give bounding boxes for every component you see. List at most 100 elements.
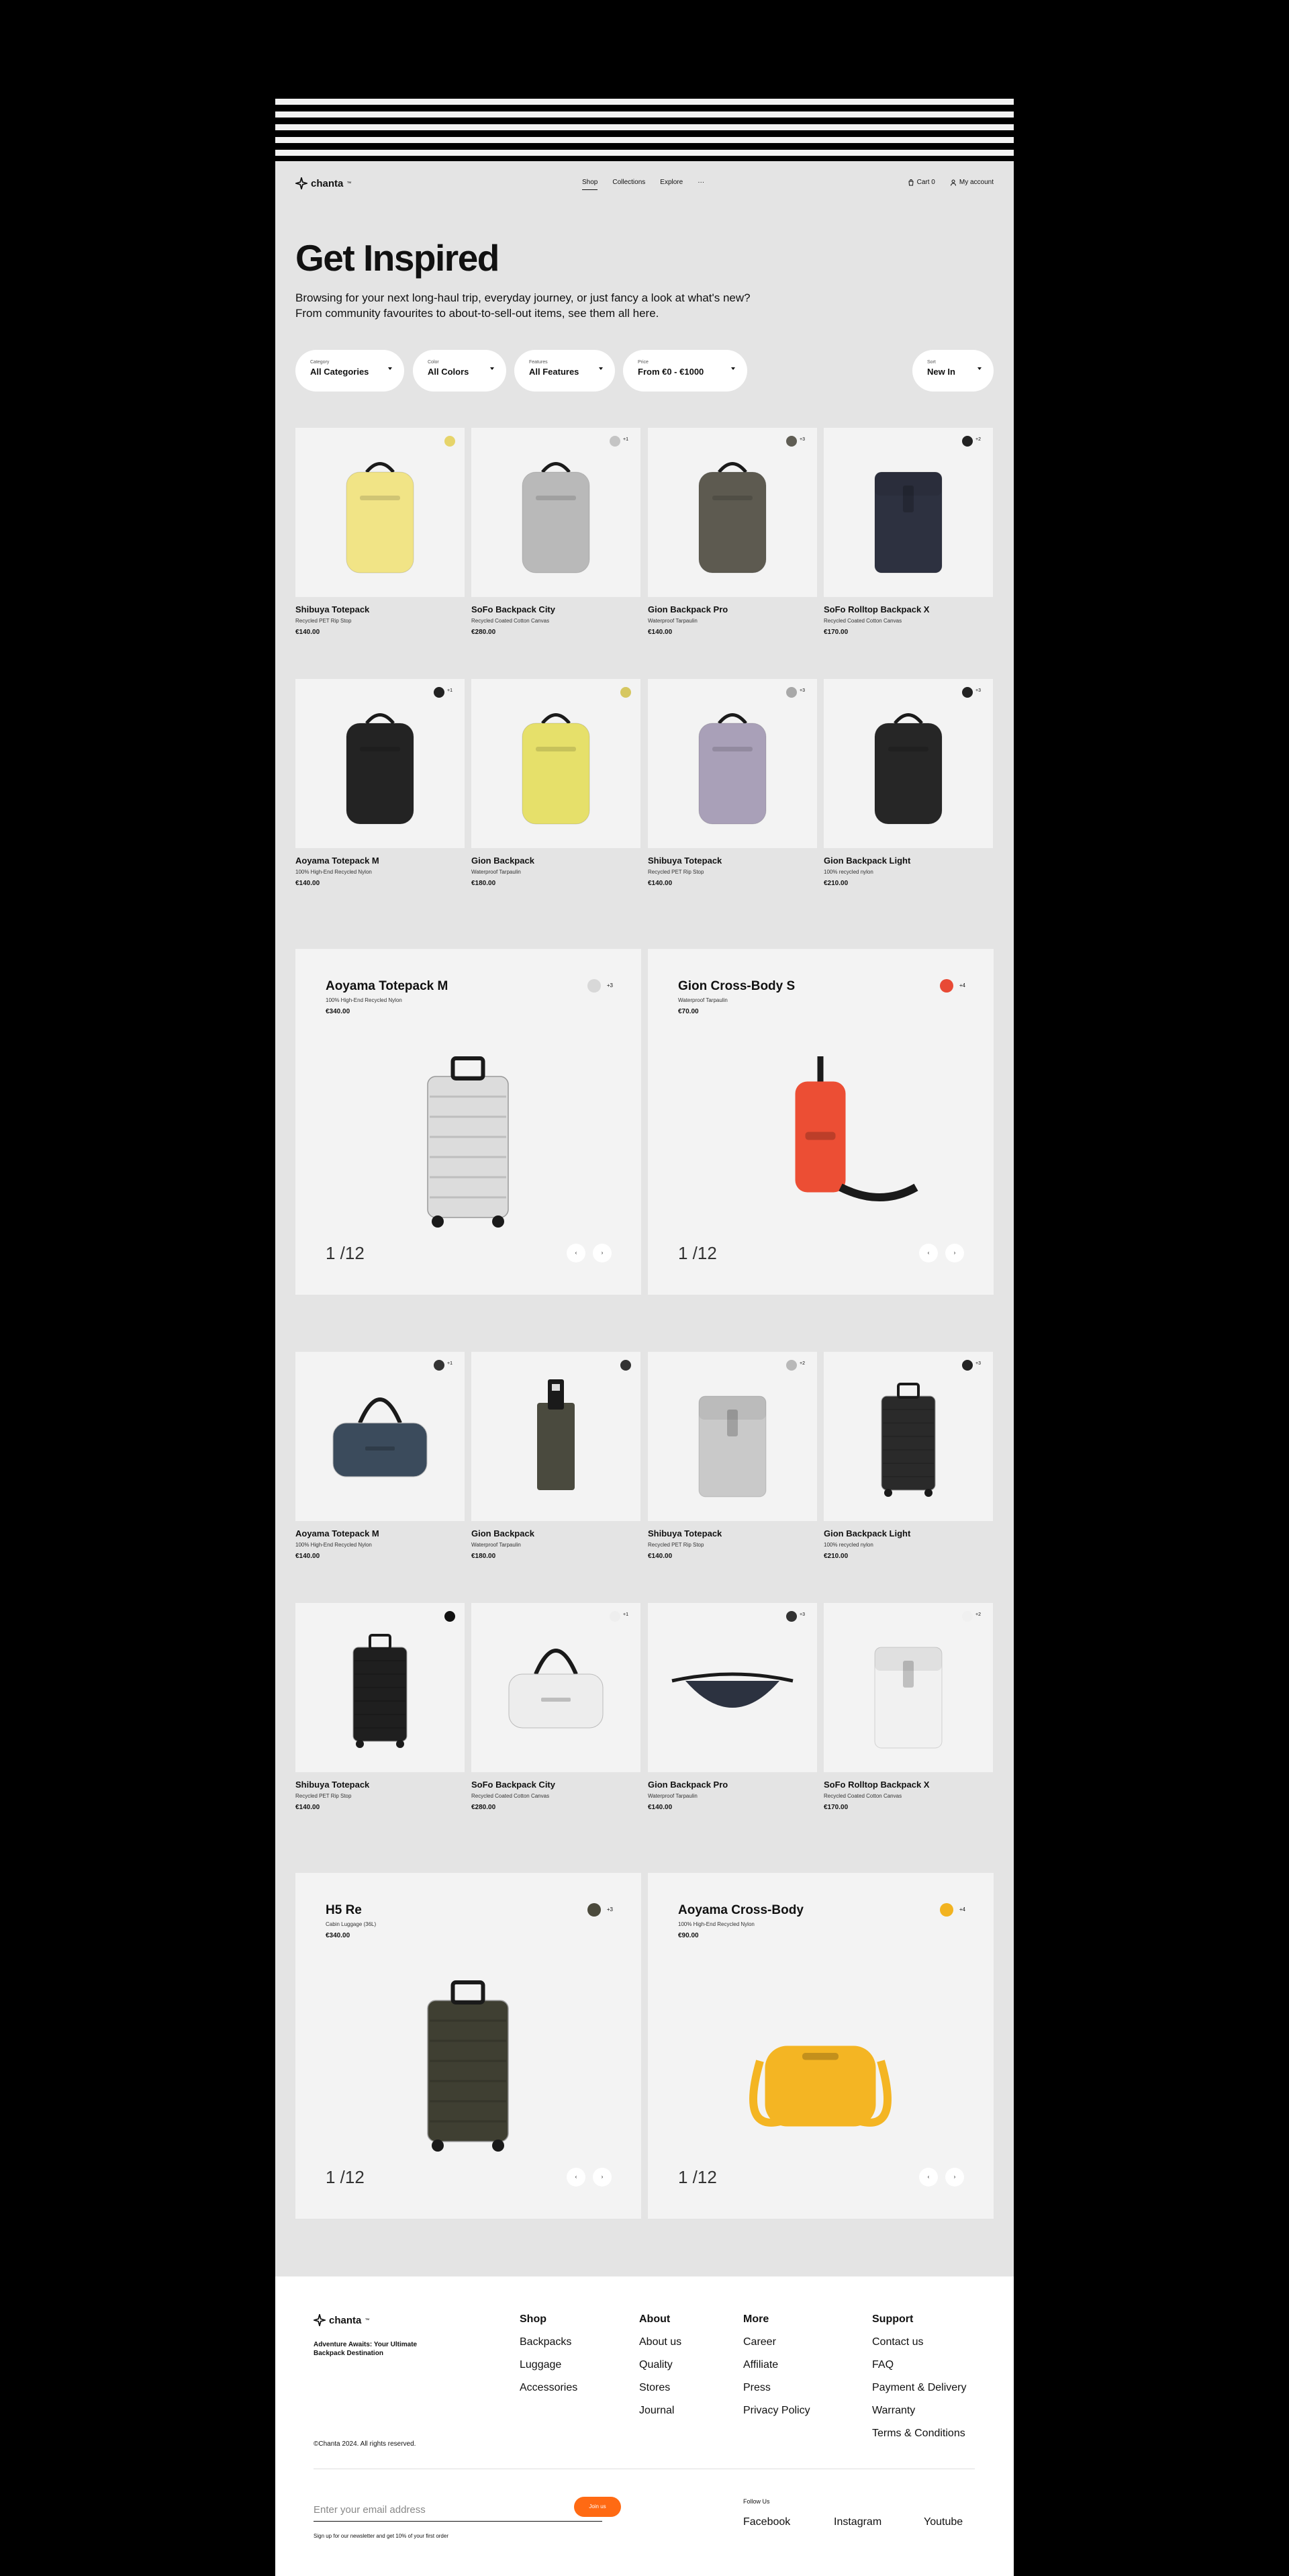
- color-swatch[interactable]: [786, 1360, 797, 1371]
- footer-link[interactable]: Stores: [639, 2382, 681, 2394]
- product-card[interactable]: +3 Shibuya Totepack Recycled PET Rip Sto…: [648, 679, 817, 907]
- product-image-area[interactable]: +1: [471, 428, 640, 597]
- prev-arrow-icon[interactable]: ‹: [919, 2168, 938, 2187]
- account-link[interactable]: My account: [950, 179, 994, 186]
- featured-name[interactable]: Aoyama Totepack M: [326, 979, 448, 994]
- prev-arrow-icon[interactable]: ‹: [567, 1244, 585, 1262]
- product-card[interactable]: +1 SoFo Backpack City Recycled Coated Co…: [471, 428, 640, 656]
- product-name[interactable]: Gion Backpack Light: [824, 856, 910, 866]
- color-swatch[interactable]: [620, 687, 631, 698]
- prev-arrow-icon[interactable]: ‹: [567, 2168, 585, 2187]
- color-swatch[interactable]: [444, 436, 455, 447]
- color-swatch[interactable]: [786, 436, 797, 447]
- nav-more[interactable]: ···: [698, 179, 704, 190]
- product-name[interactable]: Shibuya Totepack: [295, 1780, 369, 1790]
- product-image-area[interactable]: [471, 1352, 640, 1521]
- footer-link[interactable]: Press: [743, 2382, 810, 2394]
- color-swatch[interactable]: [962, 436, 973, 447]
- product-card[interactable]: +2 SoFo Rolltop Backpack X Recycled Coat…: [824, 1603, 993, 1831]
- product-name[interactable]: Gion Backpack: [471, 856, 534, 866]
- product-name[interactable]: SoFo Backpack City: [471, 604, 555, 614]
- product-name[interactable]: Shibuya Totepack: [295, 604, 369, 614]
- footer-link[interactable]: Terms & Conditions: [872, 2428, 967, 2440]
- featured-name[interactable]: Gion Cross-Body S: [678, 979, 795, 994]
- product-name[interactable]: SoFo Backpack City: [471, 1780, 555, 1790]
- product-name[interactable]: Shibuya Totepack: [648, 1528, 722, 1538]
- product-card[interactable]: +2 SoFo Rolltop Backpack X Recycled Coat…: [824, 428, 993, 656]
- color-swatch[interactable]: [786, 1611, 797, 1622]
- color-swatch[interactable]: [940, 979, 953, 993]
- footer-logo[interactable]: chanta ™: [314, 2314, 369, 2326]
- color-swatch[interactable]: [434, 687, 444, 698]
- footer-link[interactable]: Contact us: [872, 2336, 967, 2348]
- product-image-area[interactable]: [295, 428, 465, 597]
- product-image-area[interactable]: +2: [824, 1603, 993, 1772]
- product-image-area[interactable]: +3: [824, 679, 993, 848]
- featured-card[interactable]: Aoyama Cross-Body 100% High-End Recycled…: [648, 1873, 994, 2219]
- product-card[interactable]: +3 Gion Backpack Light 100% recycled nyl…: [824, 1352, 993, 1580]
- color-swatch[interactable]: [962, 687, 973, 698]
- logo[interactable]: chanta ™: [295, 177, 351, 189]
- color-swatch[interactable]: [962, 1360, 973, 1371]
- next-arrow-icon[interactable]: ›: [945, 2168, 964, 2187]
- footer-link[interactable]: Accessories: [520, 2382, 577, 2394]
- product-image-area[interactable]: +2: [824, 428, 993, 597]
- product-image-area[interactable]: [295, 1603, 465, 1772]
- product-image-area[interactable]: +3: [648, 1603, 817, 1772]
- nav-shop[interactable]: Shop: [582, 179, 598, 190]
- footer-link[interactable]: Payment & Delivery: [872, 2382, 967, 2394]
- product-name[interactable]: SoFo Rolltop Backpack X: [824, 1780, 929, 1790]
- featured-card[interactable]: Gion Cross-Body S Waterproof Tarpaulin €…: [648, 949, 994, 1295]
- color-swatch[interactable]: [610, 1611, 620, 1622]
- footer-link[interactable]: Affiliate: [743, 2359, 810, 2371]
- prev-arrow-icon[interactable]: ‹: [919, 1244, 938, 1262]
- social-youtube[interactable]: Youtube: [924, 2516, 963, 2528]
- footer-link[interactable]: About us: [639, 2336, 681, 2348]
- product-card[interactable]: Shibuya Totepack Recycled PET Rip Stop €…: [295, 428, 465, 656]
- product-card[interactable]: Gion Backpack Waterproof Tarpaulin €180.…: [471, 1352, 640, 1580]
- product-image-area[interactable]: +3: [648, 428, 817, 597]
- product-name[interactable]: Gion Backpack Pro: [648, 1780, 728, 1790]
- product-card[interactable]: +3 Gion Backpack Light 100% recycled nyl…: [824, 679, 993, 907]
- product-name[interactable]: Gion Backpack Light: [824, 1528, 910, 1538]
- footer-link[interactable]: Career: [743, 2336, 810, 2348]
- color-swatch[interactable]: [786, 687, 797, 698]
- footer-link[interactable]: Luggage: [520, 2359, 577, 2371]
- product-name[interactable]: Aoyama Totepack M: [295, 1528, 379, 1538]
- color-swatch[interactable]: [587, 1903, 601, 1917]
- footer-link[interactable]: Quality: [639, 2359, 681, 2371]
- next-arrow-icon[interactable]: ›: [593, 1244, 612, 1262]
- product-card[interactable]: +3 Gion Backpack Pro Waterproof Tarpauli…: [648, 428, 817, 656]
- product-name[interactable]: Gion Backpack Pro: [648, 604, 728, 614]
- product-card[interactable]: Shibuya Totepack Recycled PET Rip Stop €…: [295, 1603, 465, 1831]
- color-swatch[interactable]: [610, 436, 620, 447]
- social-facebook[interactable]: Facebook: [743, 2516, 790, 2528]
- filter-features[interactable]: Features All Features: [514, 350, 615, 392]
- footer-link[interactable]: Warranty: [872, 2405, 967, 2417]
- color-swatch[interactable]: [587, 979, 601, 993]
- color-swatch[interactable]: [620, 1360, 631, 1371]
- product-card[interactable]: +1 Aoyama Totepack M 100% High-End Recyc…: [295, 1352, 465, 1580]
- featured-card[interactable]: H5 Re Cabin Luggage (36L) €340.00 +3 1 /…: [295, 1873, 641, 2219]
- color-swatch[interactable]: [434, 1360, 444, 1371]
- filter-category[interactable]: Category All Categories: [295, 350, 404, 392]
- product-image-area[interactable]: +1: [295, 1352, 465, 1521]
- sort-select[interactable]: Sort New In: [912, 350, 994, 392]
- cart-link[interactable]: Cart 0: [908, 179, 935, 186]
- filter-color[interactable]: Color All Colors: [413, 350, 506, 392]
- product-card[interactable]: Gion Backpack Waterproof Tarpaulin €180.…: [471, 679, 640, 907]
- product-name[interactable]: Aoyama Totepack M: [295, 856, 379, 866]
- join-button[interactable]: Join us: [574, 2497, 621, 2517]
- nav-collections[interactable]: Collections: [612, 179, 645, 190]
- footer-link[interactable]: Journal: [639, 2405, 681, 2417]
- next-arrow-icon[interactable]: ›: [593, 2168, 612, 2187]
- footer-link[interactable]: Privacy Policy: [743, 2405, 810, 2417]
- color-swatch[interactable]: [444, 1611, 455, 1622]
- product-name[interactable]: SoFo Rolltop Backpack X: [824, 604, 929, 614]
- product-card[interactable]: +1 SoFo Backpack City Recycled Coated Co…: [471, 1603, 640, 1831]
- featured-card[interactable]: Aoyama Totepack M 100% High-End Recycled…: [295, 949, 641, 1295]
- featured-name[interactable]: Aoyama Cross-Body: [678, 1903, 804, 1918]
- product-name[interactable]: Shibuya Totepack: [648, 856, 722, 866]
- next-arrow-icon[interactable]: ›: [945, 1244, 964, 1262]
- product-image-area[interactable]: +3: [824, 1352, 993, 1521]
